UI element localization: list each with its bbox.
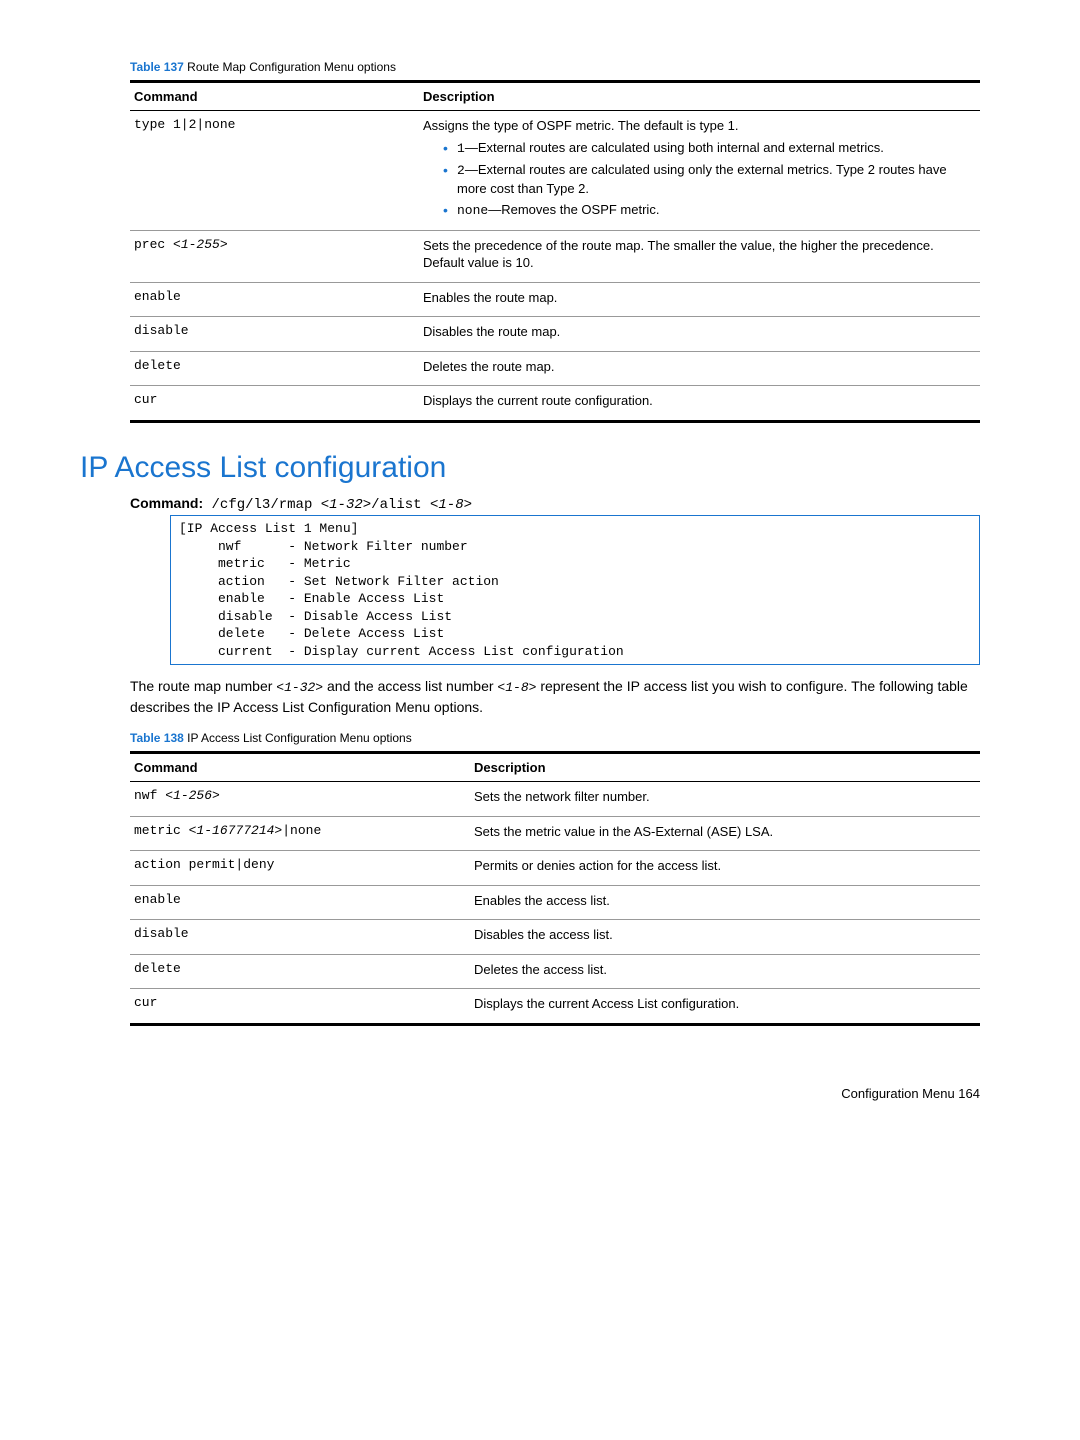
list-item: none—Removes the OSPF metric. (443, 201, 972, 220)
desc-text: Displays the current Access List configu… (474, 995, 972, 1013)
desc-cell: Sets the precedence of the route map. Th… (419, 230, 980, 282)
code-inline: none (457, 203, 488, 218)
desc-text: Sets the metric value in the AS-External… (474, 823, 972, 841)
table-row: nwf <1-256> Sets the network filter numb… (130, 782, 980, 817)
desc-cell: Enables the access list. (470, 885, 980, 920)
desc-cell: Permits or denies action for the access … (470, 851, 980, 886)
table-row: prec <1-255> Sets the precedence of the … (130, 230, 980, 282)
table-row: enable Enables the route map. (130, 282, 980, 317)
para-text: The route map number (130, 678, 276, 694)
command-path: /cfg/l3/rmap (203, 497, 321, 513)
table-row: disable Disables the access list. (130, 920, 980, 955)
table-row: cur Displays the current route configura… (130, 386, 980, 422)
desc-cell: Sets the metric value in the AS-External… (470, 816, 980, 851)
command-label: Command: (130, 495, 203, 511)
table-137-caption-text: Route Map Configuration Menu options (187, 60, 396, 74)
cmd-arg: <1-16777214> (189, 823, 283, 838)
table-row: enable Enables the access list. (130, 885, 980, 920)
table-137-caption: Table 137 Route Map Configuration Menu o… (130, 60, 980, 74)
desc-text: Displays the current route configuration… (423, 392, 972, 410)
table-row: Command Description (130, 753, 980, 782)
table-138-col1: Command (130, 753, 470, 782)
cmd-arg: <1-256> (165, 788, 220, 803)
table-137-col2: Description (419, 82, 980, 111)
table-row: delete Deletes the route map. (130, 351, 980, 386)
cmd-text: |none (282, 823, 321, 838)
table-row: delete Deletes the access list. (130, 954, 980, 989)
desc-text: Sets the precedence of the route map. Th… (423, 237, 972, 272)
desc-cell: Deletes the access list. (470, 954, 980, 989)
code-inline: 2 (457, 163, 465, 178)
desc-text: Permits or denies action for the access … (474, 857, 972, 875)
table-row: metric <1-16777214>|none Sets the metric… (130, 816, 980, 851)
table-137-col1: Command (130, 82, 419, 111)
desc-cell: Disables the access list. (470, 920, 980, 955)
list-item: 2—External routes are calculated using o… (443, 161, 972, 197)
table-138-label: Table 138 (130, 731, 184, 745)
cmd-cell: prec <1-255> (130, 230, 419, 282)
table-138: Command Description nwf <1-256> Sets the… (130, 751, 980, 1026)
cmd-arg: <1-255> (173, 237, 228, 252)
table-row: cur Displays the current Access List con… (130, 989, 980, 1025)
table-138-col2: Description (470, 753, 980, 782)
command-path: /alist (371, 497, 430, 513)
table-138-caption: Table 138 IP Access List Configuration M… (130, 731, 980, 745)
table-row: action permit|deny Permits or denies act… (130, 851, 980, 886)
para-text: and the access list number (323, 678, 497, 694)
desc-cell: Enables the route map. (419, 282, 980, 317)
cmd-cell: nwf <1-256> (130, 782, 470, 817)
code-inline: <1-32> (276, 680, 323, 695)
section-title: IP Access List configuration (80, 451, 980, 485)
desc-text: Disables the route map. (423, 323, 972, 341)
command-arg: <1-32> (321, 497, 371, 513)
desc-cell: Assigns the type of OSPF metric. The def… (419, 111, 980, 231)
cmd-text: metric (134, 823, 189, 838)
list-text: —External routes are calculated using bo… (465, 140, 884, 155)
body-paragraph: The route map number <1-32> and the acce… (130, 677, 980, 717)
command-arg: <1-8> (430, 497, 472, 513)
desc-cell: Disables the route map. (419, 317, 980, 352)
desc-cell: Displays the current route configuration… (419, 386, 980, 422)
cmd-cell: metric <1-16777214>|none (130, 816, 470, 851)
cmd-cell: cur (130, 989, 470, 1025)
table-137: Command Description type 1|2|none Assign… (130, 80, 980, 423)
list-item: 1—External routes are calculated using b… (443, 139, 972, 158)
desc-text: Sets the network filter number. (474, 788, 972, 806)
cmd-cell: type 1|2|none (130, 111, 419, 231)
command-line: Command: /cfg/l3/rmap <1-32>/alist <1-8> (130, 495, 980, 513)
code-box: [IP Access List 1 Menu] nwf - Network Fi… (170, 515, 980, 665)
desc-list: 1—External routes are calculated using b… (423, 139, 972, 220)
cmd-cell: disable (130, 920, 470, 955)
table-138-caption-text: IP Access List Configuration Menu option… (187, 731, 412, 745)
desc-text: Enables the access list. (474, 892, 972, 910)
cmd-text: prec (134, 237, 173, 252)
desc-text: Enables the route map. (423, 289, 972, 307)
cmd-cell: enable (130, 282, 419, 317)
cmd-cell: delete (130, 954, 470, 989)
cmd-cell: action permit|deny (130, 851, 470, 886)
cmd-cell: delete (130, 351, 419, 386)
list-text: —Removes the OSPF metric. (488, 202, 659, 217)
code-inline: 1 (457, 141, 465, 156)
page-footer: Configuration Menu 164 (130, 1086, 980, 1101)
cmd-cell: cur (130, 386, 419, 422)
table-row: Command Description (130, 82, 980, 111)
cmd-cell: enable (130, 885, 470, 920)
cmd-cell: disable (130, 317, 419, 352)
table-row: disable Disables the route map. (130, 317, 980, 352)
table-row: type 1|2|none Assigns the type of OSPF m… (130, 111, 980, 231)
desc-text: Assigns the type of OSPF metric. The def… (423, 117, 972, 135)
desc-cell: Deletes the route map. (419, 351, 980, 386)
desc-cell: Sets the network filter number. (470, 782, 980, 817)
table-137-label: Table 137 (130, 60, 184, 74)
document-page: Table 137 Route Map Configuration Menu o… (0, 0, 1080, 1141)
desc-text: Disables the access list. (474, 926, 972, 944)
desc-cell: Displays the current Access List configu… (470, 989, 980, 1025)
list-text: —External routes are calculated using on… (457, 162, 947, 196)
code-inline: <1-8> (497, 680, 536, 695)
desc-text: Deletes the route map. (423, 358, 972, 376)
desc-text: Deletes the access list. (474, 961, 972, 979)
cmd-text: nwf (134, 788, 165, 803)
